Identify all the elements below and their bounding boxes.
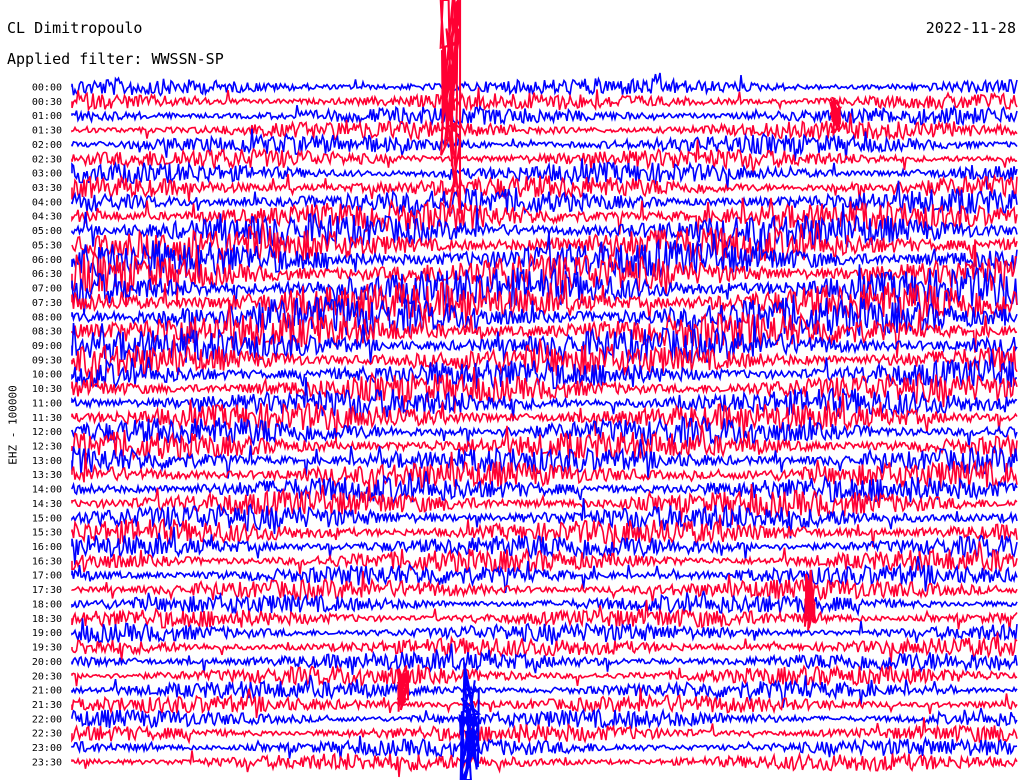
time-tick-label: 18:00 bbox=[32, 599, 62, 610]
time-tick-label: 02:30 bbox=[32, 154, 62, 165]
seismic-traces bbox=[71, 72, 1018, 778]
time-tick-label: 05:00 bbox=[32, 226, 62, 237]
time-tick-label: 08:00 bbox=[32, 312, 62, 323]
helicorder-plot: 00:00 00:30 01:00 01:30 02:00 02:30 03:00 03:30… bbox=[32, 0, 1018, 780]
time-tick-label: 22:00 bbox=[32, 714, 62, 725]
time-tick-label: 15:00 bbox=[32, 513, 62, 524]
time-tick-label: 14:30 bbox=[32, 499, 62, 510]
trace-row-2300 bbox=[71, 735, 1018, 761]
time-tick-label: 06:30 bbox=[32, 269, 62, 280]
time-tick-label: 18:30 bbox=[32, 614, 62, 625]
time-tick-label: 07:00 bbox=[32, 284, 62, 295]
time-tick-label: 11:30 bbox=[32, 413, 62, 424]
time-tick-label: 15:30 bbox=[32, 528, 62, 539]
time-tick-label: 11:00 bbox=[32, 398, 62, 409]
time-tick-label: 13:00 bbox=[32, 456, 62, 467]
time-tick-label: 17:00 bbox=[32, 571, 62, 582]
time-tick-label: 00:00 bbox=[32, 83, 62, 94]
trace-row-0100 bbox=[71, 104, 1018, 127]
time-tick-label: 08:30 bbox=[32, 327, 62, 338]
time-tick-label: 22:30 bbox=[32, 729, 62, 740]
time-tick-label: 10:30 bbox=[32, 384, 62, 395]
trace-row-2330 bbox=[71, 750, 1018, 778]
time-tick-label: 21:30 bbox=[32, 700, 62, 711]
time-tick-label: 16:30 bbox=[32, 556, 62, 567]
trace-row-2230 bbox=[71, 717, 1018, 745]
time-tick-label: 20:00 bbox=[32, 657, 62, 668]
time-tick-label: 23:30 bbox=[32, 757, 62, 768]
time-tick-label: 12:30 bbox=[32, 442, 62, 453]
trace-row-0000 bbox=[71, 72, 1018, 98]
event-marker bbox=[458, 662, 482, 780]
time-tick-label: 17:30 bbox=[32, 585, 62, 596]
time-tick-label: 09:00 bbox=[32, 341, 62, 352]
time-tick-label: 16:00 bbox=[32, 542, 62, 553]
time-tick-label: 03:30 bbox=[32, 183, 62, 194]
time-tick-label: 00:30 bbox=[32, 97, 62, 108]
time-tick-label: 19:00 bbox=[32, 628, 62, 639]
trace-row-1730 bbox=[71, 570, 1018, 603]
time-tick-label: 06:00 bbox=[32, 255, 62, 266]
trace-row-0030 bbox=[71, 87, 1018, 113]
time-tick-label: 09:30 bbox=[32, 355, 62, 366]
time-tick-label: 01:30 bbox=[32, 126, 62, 137]
time-tick-label: 04:00 bbox=[32, 197, 62, 208]
time-tick-label: 23:00 bbox=[32, 743, 62, 754]
time-tick-label: 19:30 bbox=[32, 643, 62, 654]
time-tick-label: 03:00 bbox=[32, 169, 62, 180]
time-tick-label: 01:00 bbox=[32, 111, 62, 122]
time-tick-label: 21:00 bbox=[32, 686, 62, 697]
time-tick-label: 04:30 bbox=[32, 212, 62, 223]
event-marker bbox=[439, 0, 462, 214]
time-tick-label: 20:30 bbox=[32, 671, 62, 682]
time-tick-label: 12:00 bbox=[32, 427, 62, 438]
time-tick-label: 10:00 bbox=[32, 370, 62, 381]
trace-row-2030 bbox=[71, 664, 1018, 689]
time-tick-label: 02:00 bbox=[32, 140, 62, 151]
trace-row-2200 bbox=[71, 707, 1018, 730]
time-tick-label: 13:30 bbox=[32, 470, 62, 481]
time-tick-label: 05:30 bbox=[32, 240, 62, 251]
time-tick-label: 14:00 bbox=[32, 485, 62, 496]
time-tick-label: 07:30 bbox=[32, 298, 62, 309]
time-tick-labels: 00:00 00:30 01:00 01:30 02:00 02:30 03:00 03:30… bbox=[32, 83, 62, 769]
